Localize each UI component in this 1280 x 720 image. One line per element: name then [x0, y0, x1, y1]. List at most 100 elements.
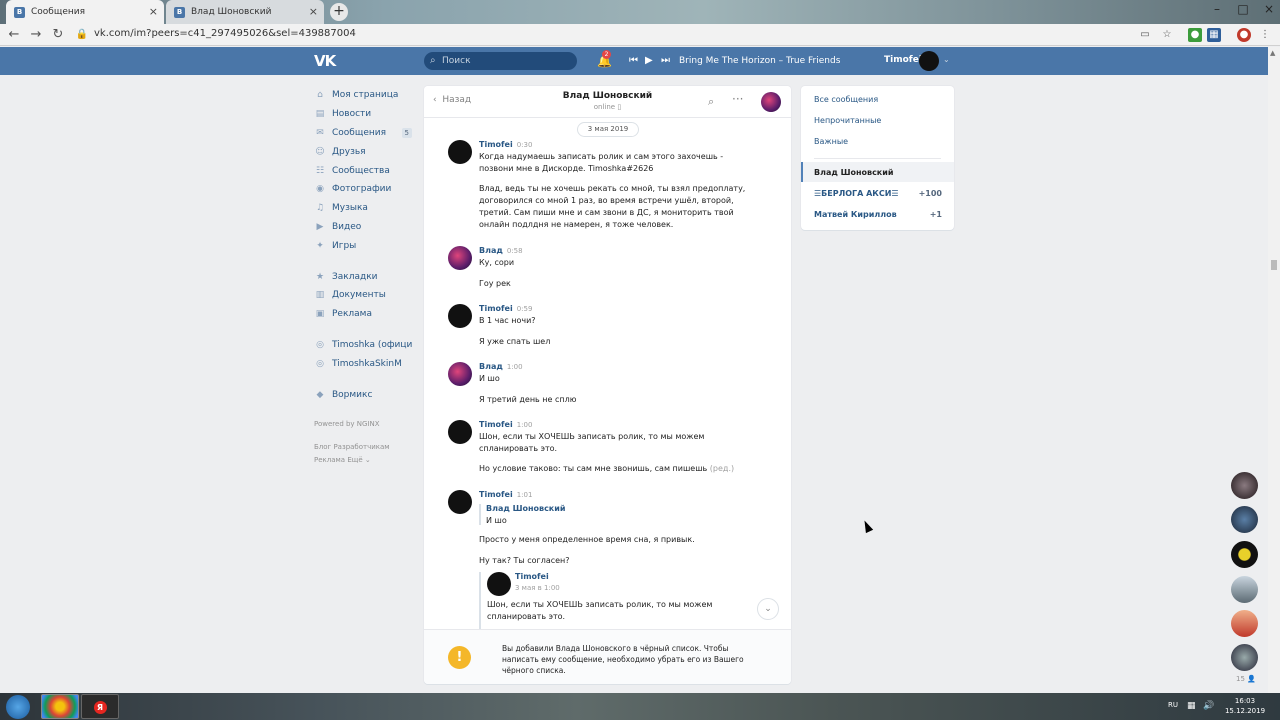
- new-tab-button[interactable]: +: [330, 3, 348, 21]
- sidebar-item-label: Видео: [332, 221, 362, 232]
- edited-mark: (ред.): [709, 464, 735, 473]
- play-icon[interactable]: ▶: [645, 55, 653, 66]
- folder-all[interactable]: Все сообщения: [814, 95, 878, 104]
- chevron-down-icon[interactable]: ⌄: [943, 55, 950, 64]
- tab-vlad[interactable]: B Влад Шоновский ×: [166, 0, 324, 24]
- message-author[interactable]: Timofei 1:00: [479, 420, 532, 429]
- selected-chat[interactable]: Влад Шоновский: [801, 162, 954, 182]
- menu-dots-icon[interactable]: ⋮: [1258, 28, 1272, 42]
- search-icon: ⌕: [430, 55, 436, 66]
- tab-messages[interactable]: B Сообщения ×: [6, 0, 164, 24]
- more-actions-icon[interactable]: ···: [732, 92, 743, 106]
- sidebar-item-label: Реклама: [332, 309, 372, 320]
- star-bookmark-icon[interactable]: ☆: [1160, 28, 1174, 42]
- header-user-name[interactable]: Timofei: [884, 55, 922, 65]
- avatar[interactable]: [448, 246, 472, 270]
- volume-icon[interactable]: 🔊: [1203, 701, 1214, 711]
- sidebar-item[interactable]: ☺ Друзья: [314, 142, 414, 161]
- chat-avatar[interactable]: [1231, 472, 1258, 499]
- folder-unread[interactable]: Непрочитанные: [814, 116, 881, 125]
- avatar[interactable]: [448, 490, 472, 514]
- sidebar-item[interactable]: ▤ Новости: [314, 105, 414, 124]
- sidebar-item[interactable]: ☷ Сообщества: [314, 161, 414, 180]
- extension-icon[interactable]: ▦: [1207, 28, 1221, 42]
- language-indicator[interactable]: RU: [1168, 701, 1178, 709]
- footer-links[interactable]: Реклама Ещё ⌄: [314, 454, 414, 467]
- vk-logo[interactable]: VK: [314, 52, 336, 70]
- avatar[interactable]: [448, 420, 472, 444]
- notifications-bell-icon[interactable]: 🔔 2: [597, 50, 612, 68]
- sidebar-item[interactable]: ◉ Фотографии: [314, 180, 414, 199]
- sidebar-item[interactable]: ▥ Документы: [314, 286, 414, 305]
- chat-avatar[interactable]: [1231, 644, 1258, 671]
- sidebar-item-label: Закладки: [332, 271, 378, 282]
- profile-avatar-icon[interactable]: ●: [1237, 28, 1251, 42]
- reload-icon[interactable]: ↻: [50, 27, 66, 43]
- next-track-icon[interactable]: ⏭: [661, 55, 670, 66]
- chat-avatar[interactable]: [1231, 506, 1258, 533]
- yandex-taskbar-icon[interactable]: Я: [81, 694, 119, 719]
- folder-important[interactable]: Важные: [814, 137, 848, 146]
- forwarded-author[interactable]: Timofei: [515, 572, 549, 581]
- sidebar-item[interactable]: ⌂ Моя страница: [314, 86, 414, 105]
- lock-icon[interactable]: 🔒: [74, 27, 90, 43]
- avatar[interactable]: [487, 572, 511, 596]
- message-author[interactable]: Timofei 0:59: [479, 304, 532, 313]
- sidebar-item-label: Игры: [332, 240, 357, 251]
- scroll-down-button[interactable]: ⌄: [757, 598, 779, 620]
- search-input[interactable]: ⌕ Поиск: [424, 52, 577, 70]
- sidebar-item[interactable]: ✦ Игры: [314, 236, 414, 255]
- sidebar-item[interactable]: ▣ Реклама: [314, 305, 414, 324]
- forwarded-message[interactable]: Timofei 3 мая в 1:00 Шон, если ты ХОЧЕШЬ…: [479, 572, 749, 630]
- close-window-button[interactable]: ×: [1252, 0, 1280, 20]
- network-icon[interactable]: ▦: [1187, 701, 1196, 711]
- chrome-taskbar-icon[interactable]: [41, 694, 79, 719]
- forwarded-text: Шон, если ты ХОЧЕШЬ записать ролик, то м…: [487, 600, 713, 621]
- message-text: Я третий день не сплю: [479, 395, 577, 404]
- sidebar-item[interactable]: ◆ Вормикс: [314, 385, 414, 404]
- sidebar-item[interactable]: ◎ TimoshkaSkinM: [314, 354, 414, 373]
- search-icon[interactable]: ⌕: [708, 95, 714, 109]
- clock[interactable]: 16:03 15.12.2019: [1224, 696, 1266, 716]
- browser-tab-strip: B Сообщения × B Влад Шоновский × + – □ ×: [0, 0, 1280, 24]
- chat-avatar[interactable]: [1231, 576, 1258, 603]
- group-icon: ◎: [316, 358, 324, 369]
- message-time: 0:58: [506, 247, 523, 255]
- prev-track-icon[interactable]: ⏮: [629, 55, 638, 66]
- close-tab-icon[interactable]: ×: [309, 5, 318, 18]
- windows-start-icon[interactable]: [6, 695, 30, 719]
- avatar[interactable]: [448, 362, 472, 386]
- footer-links[interactable]: Блог Разработчикам: [314, 441, 414, 454]
- avatar[interactable]: [448, 304, 472, 328]
- header-avatar[interactable]: [919, 51, 939, 71]
- sidebar-item[interactable]: ▶ Видео: [314, 218, 414, 237]
- close-tab-icon[interactable]: ×: [149, 5, 158, 18]
- forward-arrow-icon[interactable]: →: [28, 27, 44, 43]
- chat-entry[interactable]: Матвей Кириллов: [814, 210, 897, 219]
- page-scrollbar[interactable]: ▲: [1268, 47, 1280, 693]
- chat-avatar[interactable]: [1231, 541, 1258, 568]
- message-author[interactable]: Влад 0:58: [479, 246, 523, 255]
- scroll-up-icon[interactable]: ▲: [1270, 49, 1275, 57]
- message-author[interactable]: Timofei 0:30: [479, 140, 532, 149]
- sidebar-item[interactable]: ★ Закладки: [314, 267, 414, 286]
- camera-icon[interactable]: ▭: [1138, 28, 1152, 42]
- message-time: 1:00: [506, 363, 523, 371]
- scrollbar-thumb[interactable]: [1271, 260, 1277, 270]
- sidebar-item[interactable]: ✉ Сообщения 5: [314, 124, 414, 143]
- back-arrow-icon[interactable]: ←: [6, 27, 22, 43]
- chats-count[interactable]: 15 👤: [1236, 675, 1256, 683]
- peer-avatar[interactable]: [761, 92, 781, 112]
- extension-icon[interactable]: ●: [1188, 28, 1202, 42]
- chat-entry[interactable]: ☰БЕРЛОГА АКСИ☰: [814, 189, 899, 198]
- message-author[interactable]: Влад 1:00: [479, 362, 523, 371]
- sidebar-item[interactable]: ♫ Музыка: [314, 199, 414, 218]
- message-author[interactable]: Timofei 1:01: [479, 490, 532, 499]
- avatar[interactable]: [448, 140, 472, 164]
- reply-quote[interactable]: Влад Шоновский И шо: [479, 504, 565, 525]
- url-input[interactable]: vk.com/im?peers=c41_297495026&sel=439887…: [94, 28, 356, 39]
- chat-avatar[interactable]: [1231, 610, 1258, 637]
- sidebar-item[interactable]: ◎ Timoshka (офици: [314, 336, 414, 355]
- sidebar-item-label: Новости: [332, 109, 372, 120]
- current-track[interactable]: Bring Me The Horizon – True Friends: [679, 56, 840, 66]
